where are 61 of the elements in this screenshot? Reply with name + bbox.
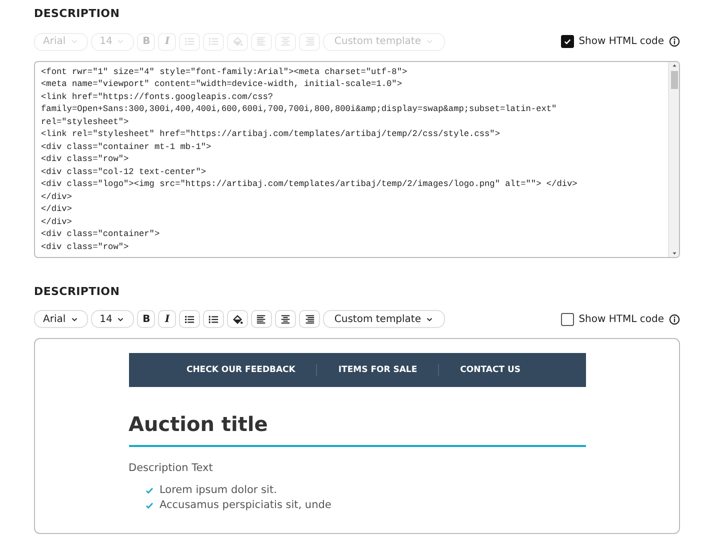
code-editor[interactable] — [34, 60, 680, 258]
nav-link[interactable]: ITEMS FOR SALE — [316, 364, 438, 376]
align-left-icon — [256, 36, 268, 47]
align-center-icon — [280, 314, 292, 324]
auction-title: Auction title — [128, 409, 586, 447]
show-html-checkbox[interactable] — [560, 312, 574, 326]
paint-bucket-icon — [232, 314, 244, 324]
font-select[interactable]: Arial — [34, 310, 88, 328]
code-line: </div> — [41, 190, 73, 203]
numbered-list-icon — [208, 314, 220, 324]
caret-icon — [425, 37, 434, 46]
scroll-down-icon — [670, 250, 678, 256]
list-item-text: Lorem ipsum dolor sit. — [160, 482, 277, 498]
code-line: <div class="logo"><img src="https://artibaj.com/templates/artibaj/temp/2/images/logo.png" alt=""> </div> — [41, 178, 578, 190]
paint-bucket-icon — [232, 36, 244, 47]
align-right-icon — [304, 314, 316, 324]
scroll-thumb[interactable] — [670, 70, 678, 88]
checkbox-label: Show HTML code — [578, 35, 664, 49]
code-line: <meta name="viewport" content="width=device-width, initial-scale=1.0"> — [41, 78, 403, 90]
align-right-button[interactable] — [299, 310, 320, 328]
align-center-button[interactable] — [275, 310, 296, 328]
numbered-list-icon — [208, 36, 220, 47]
bullet-list-icon — [184, 36, 196, 47]
code-line: <link href="https://fonts.googleapis.com/css? — [41, 90, 274, 103]
italic-button[interactable]: I — [158, 310, 176, 328]
code-line: <div class="row"> — [41, 240, 130, 253]
info-icon — [669, 36, 680, 47]
bullet-list-icon — [184, 314, 196, 324]
code-line: <div class="container"> — [41, 228, 161, 240]
section-heading: DESCRIPTION — [34, 284, 121, 300]
size-select[interactable]: 14 — [90, 310, 134, 328]
nav-link[interactable]: CHECK OUR FEEDBACK — [165, 364, 316, 376]
bullet-list-button[interactable] — [179, 310, 200, 328]
align-left-icon — [256, 314, 268, 324]
code-line: <div class="col-12 text-center"> — [41, 166, 208, 178]
caret-icon — [116, 37, 126, 46]
code-line: </div> — [41, 203, 73, 216]
nav-link[interactable]: CONTACT US — [438, 364, 542, 376]
description-text: Description Text — [128, 461, 214, 476]
scroll-up-icon — [670, 62, 678, 68]
code-line: <font rwr="1" size="4" style="font-family:Arial"><meta charset="utf-8"> — [41, 66, 408, 78]
code-line: <div class="container mt-1 mb-1"> — [41, 140, 212, 153]
code-line: <div class="row"> — [41, 153, 130, 166]
code-line: </div> — [41, 216, 73, 228]
code-line: rel="stylesheet"> — [41, 116, 130, 128]
code-line: family=Open+Sans:300,300i,400,400i,600,600i,700,700i,800,800i&amp;display=swap&amp;subset=latin-ext" — [41, 103, 558, 116]
bold-button[interactable]: B — [137, 310, 156, 328]
code-line: <link rel="stylesheet" href="https://artibaj.com/templates/artibaj/temp/2/css/style.css"> — [41, 128, 501, 140]
scrollbar[interactable] — [668, 62, 679, 256]
align-center-icon — [280, 36, 292, 47]
section-heading: DESCRIPTION — [34, 6, 121, 22]
list-item-text: Accusamus perspiciatis sit, unde — [160, 498, 332, 513]
numbered-list-button[interactable] — [203, 310, 224, 328]
checkbox-label: Show HTML code — [578, 312, 664, 326]
info-icon — [669, 314, 680, 324]
fill-color-button[interactable] — [227, 310, 248, 328]
checkmark-icon — [562, 37, 572, 46]
align-left-button[interactable] — [251, 310, 272, 328]
align-right-icon — [304, 36, 316, 47]
template-select[interactable]: Custom template — [323, 310, 446, 328]
caret-icon — [70, 37, 79, 46]
